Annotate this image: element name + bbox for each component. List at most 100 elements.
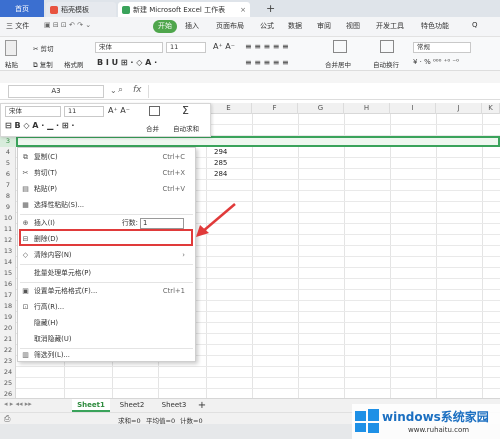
row-header[interactable]: 10 xyxy=(0,213,16,224)
row-header[interactable]: 12 xyxy=(0,235,16,246)
column-header[interactable]: E xyxy=(206,103,252,114)
menu-item-hide[interactable]: 隐藏(H) xyxy=(18,316,195,331)
menu-item-copy[interactable]: ⧉ 复制(C) Ctrl+C xyxy=(18,150,195,165)
menu-data[interactable]: 数据 xyxy=(288,21,302,31)
cell-d5[interactable]: 285 xyxy=(214,159,227,167)
menu-item-paste-special[interactable]: ▦ 选择性粘贴(S)... xyxy=(18,198,195,213)
mini-merge-icon[interactable] xyxy=(149,106,160,116)
ribbon-font-name[interactable]: 宋体 xyxy=(95,42,163,53)
row-header[interactable]: 25 xyxy=(0,378,16,389)
row-header[interactable]: 20 xyxy=(0,323,16,334)
mini-font-size-icons[interactable]: A⁺ A⁻ xyxy=(108,106,130,115)
menu-bar: 三 文件 ▣ ⊟ ⊡ ↶ ↷ ⌄ 开始 插入 页面布局 公式 数据 审阅 视图 … xyxy=(0,17,500,37)
ribbon-font-size[interactable]: 11 xyxy=(166,42,206,53)
row-header[interactable]: 9 xyxy=(0,202,16,213)
row-header[interactable]: 15 xyxy=(0,268,16,279)
menu-item-clear[interactable]: ◇ 清除内容(N) › xyxy=(18,248,195,263)
column-header[interactable]: I xyxy=(390,103,436,114)
selected-row-3[interactable] xyxy=(16,136,500,147)
namebox-dropdown-icon[interactable]: ⌄ xyxy=(110,86,117,95)
menu-view[interactable]: 视图 xyxy=(346,21,360,31)
menu-item-format-cells[interactable]: ▣ 设置单元格格式(F)... Ctrl+1 xyxy=(18,284,195,299)
column-header[interactable]: H xyxy=(344,103,390,114)
wrap-icon[interactable] xyxy=(380,40,394,53)
row-header[interactable]: 23 xyxy=(0,356,16,367)
mini-font-name[interactable]: 宋体 xyxy=(5,106,61,117)
sheet-nav-icons[interactable]: ◂ ▸ ◂◂ ▸▸ xyxy=(4,400,32,408)
merge-center-button[interactable]: 合并居中 xyxy=(325,59,351,69)
menu-item-cut[interactable]: ✂ 剪切(T) Ctrl+X xyxy=(18,166,195,181)
menu-insert[interactable]: 插入 xyxy=(185,21,199,31)
mini-format-icons[interactable]: ⊟ B ◇ A · ▁ · ⊞ · xyxy=(5,121,74,130)
row-header[interactable]: 7 xyxy=(0,180,16,191)
row-header[interactable]: 13 xyxy=(0,246,16,257)
mini-sum-icon[interactable]: Σ xyxy=(182,104,189,117)
copy-button[interactable]: ⧉ 复制 xyxy=(33,59,53,70)
column-header[interactable]: F xyxy=(252,103,298,114)
menu-formula[interactable]: 公式 xyxy=(260,21,274,31)
mini-merge-button[interactable]: 合并 xyxy=(146,123,159,133)
tab-daoke-template[interactable]: 稻壳模板 xyxy=(46,2,116,17)
paste-icon[interactable] xyxy=(5,40,17,56)
row-header[interactable]: 17 xyxy=(0,290,16,301)
sheet-tab-1[interactable]: Sheet1 xyxy=(72,399,110,412)
mini-font-size[interactable]: 11 xyxy=(64,106,104,117)
merge-icon[interactable] xyxy=(333,40,347,53)
add-sheet-button[interactable]: + xyxy=(196,399,208,412)
row-header[interactable]: 5 xyxy=(0,158,16,169)
menu-special[interactable]: 特色功能 xyxy=(421,21,449,31)
number-format-select[interactable]: 常规 xyxy=(413,42,471,53)
row-header[interactable]: 18 xyxy=(0,301,16,312)
cell-d6[interactable]: 284 xyxy=(214,170,227,178)
macro-icon[interactable]: ⎙ xyxy=(4,414,10,424)
row-header[interactable]: 21 xyxy=(0,334,16,345)
format-painter-button[interactable]: 格式刷 xyxy=(64,59,84,69)
zoom-icon[interactable]: ⌕ xyxy=(118,85,123,95)
tab-excel-workbook[interactable]: 新建 Microsoft Excel 工作表 × xyxy=(118,2,250,17)
fx-icon[interactable]: fx xyxy=(133,85,142,95)
row-header[interactable]: 14 xyxy=(0,257,16,268)
menu-item-paste[interactable]: ▤ 粘贴(P) Ctrl+V xyxy=(18,182,195,197)
font-size-up-down-icon[interactable]: A⁺ A⁻ xyxy=(213,42,235,51)
align-icons[interactable]: ≡ ≡ ≡ ≡ ≡ xyxy=(245,42,289,51)
menu-quick-icons[interactable]: ▣ ⊟ ⊡ ↶ ↷ ⌄ xyxy=(44,21,91,29)
row-header[interactable]: 8 xyxy=(0,191,16,202)
close-tab-icon[interactable]: × xyxy=(240,6,246,14)
search-icon[interactable]: Q xyxy=(472,21,478,29)
new-tab-button[interactable]: + xyxy=(266,2,275,15)
row-header[interactable]: 22 xyxy=(0,345,16,356)
column-header[interactable]: J xyxy=(436,103,482,114)
tab-home[interactable]: 首页 xyxy=(0,0,44,17)
row-header[interactable]: 11 xyxy=(0,224,16,235)
align-icons-2[interactable]: ≡ ≡ ≡ ≡ ≡ xyxy=(245,58,289,67)
ribbon-font-style-icons[interactable]: B I U ⊞ · ◇ A · xyxy=(97,58,157,67)
name-box[interactable]: A3 xyxy=(8,85,104,98)
menu-start[interactable]: 开始 xyxy=(153,20,177,33)
number-format-icons[interactable]: ¥ · % ⁰⁰⁰ ⁺⁰ ⁻⁰ xyxy=(413,58,459,66)
formula-input[interactable] xyxy=(148,85,496,98)
menu-file[interactable]: 三 文件 xyxy=(6,21,29,31)
menu-item-batch[interactable]: 批量处理单元格(P) xyxy=(18,266,195,281)
column-header[interactable]: G xyxy=(298,103,344,114)
cut-button[interactable]: ✂ 剪切 xyxy=(33,43,54,53)
wrap-text-button[interactable]: 自动换行 xyxy=(373,59,399,69)
menu-page-layout[interactable]: 页面布局 xyxy=(216,21,244,31)
row-header[interactable]: 16 xyxy=(0,279,16,290)
row-header[interactable]: 19 xyxy=(0,312,16,323)
menu-developer[interactable]: 开发工具 xyxy=(376,21,404,31)
rows-count-input[interactable]: 1 xyxy=(140,218,184,229)
column-header[interactable]: K xyxy=(482,103,500,114)
sheet-tab-3[interactable]: Sheet3 xyxy=(155,399,193,412)
row-header[interactable]: 4 xyxy=(0,147,16,158)
row-header[interactable]: 24 xyxy=(0,367,16,378)
mini-autosum-button[interactable]: 自动求和 xyxy=(173,123,199,133)
menu-item-unhide[interactable]: 取消隐藏(U) xyxy=(18,332,195,347)
menu-review[interactable]: 审阅 xyxy=(317,21,331,31)
row-header[interactable]: 3 xyxy=(0,136,16,147)
cell-d4[interactable]: 294 xyxy=(214,148,227,156)
row-header[interactable]: 6 xyxy=(0,169,16,180)
paste-button[interactable]: 粘贴 xyxy=(5,59,18,69)
menu-item-row-height[interactable]: ⊡ 行高(R)... xyxy=(18,300,195,315)
menu-item-filter[interactable]: ▥ 筛选列(L)... xyxy=(18,348,195,363)
sheet-tab-2[interactable]: Sheet2 xyxy=(113,399,151,412)
